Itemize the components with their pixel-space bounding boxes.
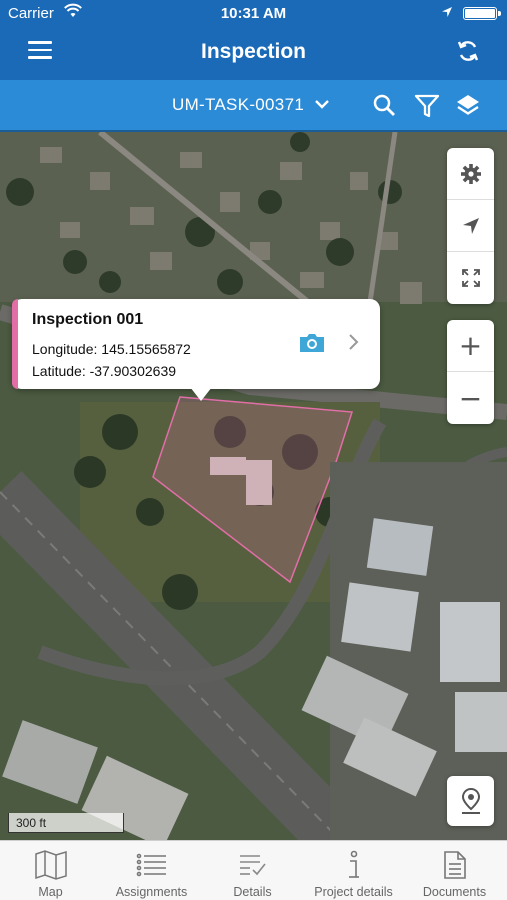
zoom-in-button[interactable]: + bbox=[447, 320, 494, 372]
tab-details[interactable]: Details bbox=[202, 841, 303, 900]
details-check-icon bbox=[202, 849, 303, 881]
popup-title: Inspection 001 bbox=[32, 311, 144, 328]
task-toolbar: UM-TASK-00371 bbox=[0, 80, 507, 132]
page-title: Inspection bbox=[200, 40, 306, 63]
popup-accent-bar bbox=[12, 299, 18, 389]
location-arrow-icon bbox=[441, 5, 453, 22]
navigate-icon[interactable] bbox=[447, 200, 494, 252]
tab-map[interactable]: Map bbox=[0, 841, 101, 900]
map-icon bbox=[0, 849, 101, 881]
tab-label: Assignments bbox=[115, 885, 188, 899]
inspection-popup[interactable]: Inspection 001 Longitude: 145.15565872 L… bbox=[12, 299, 380, 401]
bottom-tab-bar: Map Assignments Details Project details … bbox=[0, 840, 507, 900]
zoom-out-button[interactable]: − bbox=[447, 372, 494, 424]
fullscreen-icon[interactable] bbox=[447, 252, 494, 304]
tab-label: Documents bbox=[422, 885, 487, 899]
tab-label: Map bbox=[38, 885, 63, 899]
search-icon[interactable] bbox=[371, 92, 399, 120]
popup-pointer bbox=[190, 387, 212, 401]
nav-bar: Inspection bbox=[0, 26, 507, 80]
battery-icon bbox=[463, 7, 501, 20]
location-pin-icon bbox=[461, 787, 480, 814]
settings-icon[interactable] bbox=[447, 148, 494, 200]
scale-bar: 300 ft bbox=[8, 813, 124, 833]
tab-label: Details bbox=[233, 885, 272, 899]
map-tools bbox=[447, 148, 494, 304]
location-pin-button[interactable] bbox=[447, 776, 494, 826]
sync-icon[interactable] bbox=[455, 38, 481, 64]
tab-label: Project details bbox=[314, 885, 393, 899]
filter-icon[interactable] bbox=[413, 92, 441, 120]
clock-time: 10:31 AM bbox=[220, 5, 287, 22]
list-icon bbox=[101, 849, 202, 881]
info-icon bbox=[303, 849, 404, 881]
popup-longitude: Longitude: 145.15565872 bbox=[32, 341, 191, 357]
tab-project-details[interactable]: Project details bbox=[303, 841, 404, 900]
status-bar: Carrier 10:31 AM bbox=[0, 0, 507, 26]
task-selector[interactable]: UM-TASK-00371 bbox=[172, 95, 304, 115]
layers-icon[interactable] bbox=[454, 92, 482, 120]
zoom-controls: + − bbox=[447, 320, 494, 424]
popup-latitude: Latitude: -37.90302639 bbox=[32, 363, 177, 379]
satellite-imagery bbox=[0, 132, 507, 840]
tab-documents[interactable]: Documents bbox=[404, 841, 505, 900]
document-icon bbox=[404, 849, 505, 881]
camera-icon[interactable] bbox=[298, 331, 326, 360]
chevron-down-icon[interactable] bbox=[314, 97, 330, 115]
tab-assignments[interactable]: Assignments bbox=[101, 841, 202, 900]
chevron-right-icon[interactable] bbox=[348, 333, 360, 356]
map-view[interactable]: Inspection 001 Longitude: 145.15565872 L… bbox=[0, 132, 507, 840]
